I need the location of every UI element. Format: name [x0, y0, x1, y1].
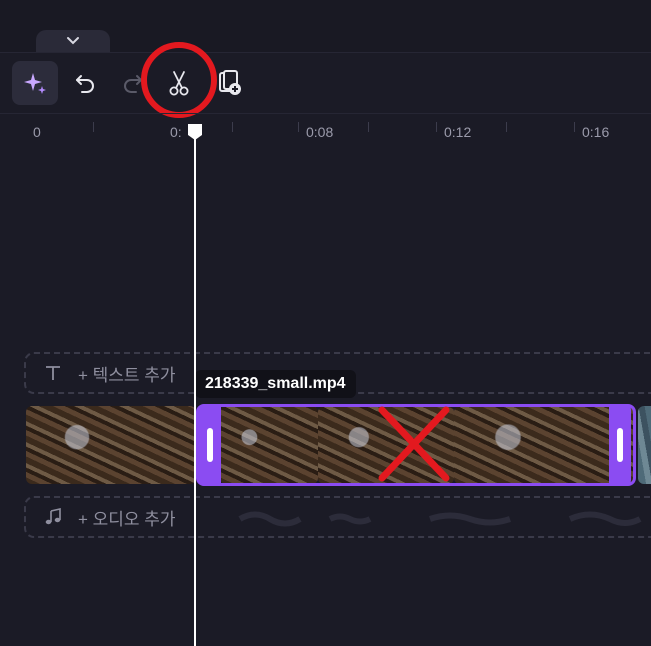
- magic-sparkle-icon: [24, 73, 46, 94]
- scissors-icon: [169, 71, 189, 96]
- undo-icon: [76, 75, 94, 93]
- ruler-label: 0: [33, 124, 41, 140]
- timeline-ruler: 0 0: 0:08 0:12 0:16: [0, 113, 651, 154]
- ruler-label: 0:12: [444, 124, 472, 140]
- text-icon: [46, 366, 60, 380]
- add-audio-label: + 오디오 추가: [78, 509, 176, 529]
- music-note-icon: [45, 508, 61, 525]
- chevron-down-icon: [67, 37, 79, 45]
- add-text-label: + 텍스트 추가: [78, 365, 176, 385]
- ruler-tick: [574, 122, 575, 132]
- ruler-tick: [368, 122, 369, 132]
- audio-waveform-placeholder: [238, 511, 642, 527]
- add-clip-button[interactable]: [206, 61, 252, 105]
- magic-tools-button[interactable]: [12, 61, 58, 105]
- add-clip-icon: [219, 70, 241, 95]
- text-track-label: + 텍스트 추가: [44, 354, 176, 392]
- collapse-panel-button[interactable]: [36, 30, 110, 52]
- undo-button[interactable]: [62, 61, 108, 105]
- trim-handle-left[interactable]: [199, 404, 221, 486]
- clip-name-tooltip: 218339_small.mp4: [195, 370, 356, 398]
- audio-track-label: + 오디오 추가: [44, 498, 176, 536]
- next-clip-thumbnail[interactable]: [638, 406, 651, 484]
- ruler-tick: [232, 122, 233, 132]
- redo-button[interactable]: [110, 61, 156, 105]
- ruler-label: 0:: [170, 124, 182, 140]
- playhead-line[interactable]: [194, 136, 196, 646]
- ruler-tick: [93, 122, 94, 132]
- ruler-label: 0:08: [306, 124, 334, 140]
- timeline-toolbar: [0, 52, 651, 112]
- clip-thumbnail: [220, 406, 318, 484]
- top-strip: [0, 0, 651, 53]
- playhead-handle[interactable]: [187, 123, 203, 141]
- trim-handle-right[interactable]: [609, 404, 631, 486]
- clip-thumbnail: [26, 406, 196, 484]
- ruler-tick: [506, 122, 507, 132]
- ruler-label: 0:16: [582, 124, 610, 140]
- video-track[interactable]: [26, 404, 651, 486]
- clip-thumbnail: [318, 406, 454, 484]
- clip-thumbnail: [454, 406, 634, 484]
- split-button[interactable]: [156, 61, 202, 105]
- ruler-tick: [298, 122, 299, 132]
- ruler-tick: [436, 122, 437, 132]
- redo-icon: [124, 75, 142, 93]
